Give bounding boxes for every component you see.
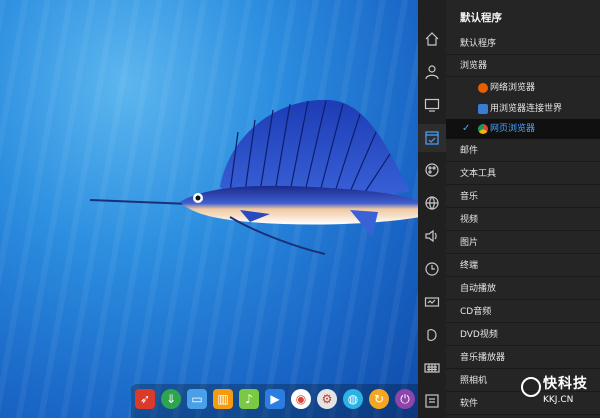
category-autoplay[interactable]: 自动播放 (446, 278, 600, 300)
keyboard-icon[interactable] (423, 359, 441, 377)
mouse-icon[interactable] (423, 326, 441, 344)
launcher-rocket-icon[interactable]: ➶ (135, 389, 155, 409)
category-dvd-video[interactable]: DVD视频 (446, 324, 600, 346)
category-cd-audio[interactable]: CD音频 (446, 301, 600, 323)
category-terminal[interactable]: 终端 (446, 255, 600, 277)
category-mail[interactable]: 邮件 (446, 140, 600, 162)
watermark: 快科技 KKJ.CN (521, 373, 597, 413)
chrome-icon[interactable]: ◉ (291, 389, 311, 409)
browser-option-web[interactable]: 用浏览器连接世界 (446, 99, 600, 119)
home-icon[interactable] (423, 30, 441, 48)
system-info-icon[interactable] (423, 392, 441, 410)
file-manager-icon[interactable]: ▭ (187, 389, 207, 409)
settings-gear-icon[interactable]: ⚙ (317, 389, 337, 409)
power-icon[interactable] (423, 293, 441, 311)
time-icon[interactable] (423, 260, 441, 278)
updater-icon[interactable]: ↻ (369, 389, 389, 409)
app-store-icon[interactable]: ⇓ (161, 389, 181, 409)
category-music[interactable]: 音乐 (446, 186, 600, 208)
category-video[interactable]: 视频 (446, 209, 600, 231)
watermark-url: KKJ.CN (543, 395, 574, 405)
watermark-logo-icon (521, 377, 541, 397)
video-player-icon[interactable]: ▶ (265, 389, 285, 409)
default-programs-panel: 默认程序 默认程序 浏览器 网络浏览器 用浏览器连接世界 ✓ 网页浏览器 邮件 … (446, 0, 600, 418)
music-icon[interactable]: ♪ (239, 389, 259, 409)
firefox-icon (478, 83, 488, 93)
category-text-tools[interactable]: 文本工具 (446, 163, 600, 185)
sound-icon[interactable] (423, 227, 441, 245)
category-browser[interactable]: 浏览器 (446, 55, 600, 77)
browser-option-firefox[interactable]: 网络浏览器 (446, 78, 600, 98)
chrome-icon (478, 124, 488, 134)
watermark-title: 快科技 (543, 376, 588, 392)
category-images[interactable]: 图片 (446, 232, 600, 254)
panel-title: 默认程序 (460, 12, 502, 24)
sailfish-wallpaper-image (89, 99, 418, 255)
user-icon[interactable] (423, 63, 441, 81)
default-app-icon[interactable] (418, 124, 446, 152)
settings-category-bar (418, 0, 446, 418)
power-button-icon[interactable]: ⏻ (395, 389, 415, 409)
shop-bag-icon[interactable]: ▥ (213, 389, 233, 409)
category-default-programs[interactable]: 默认程序 (446, 33, 600, 55)
network-icon[interactable] (423, 194, 441, 212)
network-globe-icon[interactable]: ◍ (343, 389, 363, 409)
desktop-wallpaper (0, 0, 418, 418)
checkmark-icon: ✓ (462, 123, 471, 134)
browser-option-chrome[interactable]: ✓ 网页浏览器 (446, 119, 600, 139)
browser-window-icon (478, 104, 488, 114)
dock: ➶ ⇓ ▭ ▥ ♪ ▶ ◉ ⚙ ◍ ↻ ⏻ (131, 384, 418, 418)
category-music-player[interactable]: 音乐播放器 (446, 347, 600, 369)
display-icon[interactable] (423, 96, 441, 114)
personalization-icon[interactable] (423, 161, 441, 179)
